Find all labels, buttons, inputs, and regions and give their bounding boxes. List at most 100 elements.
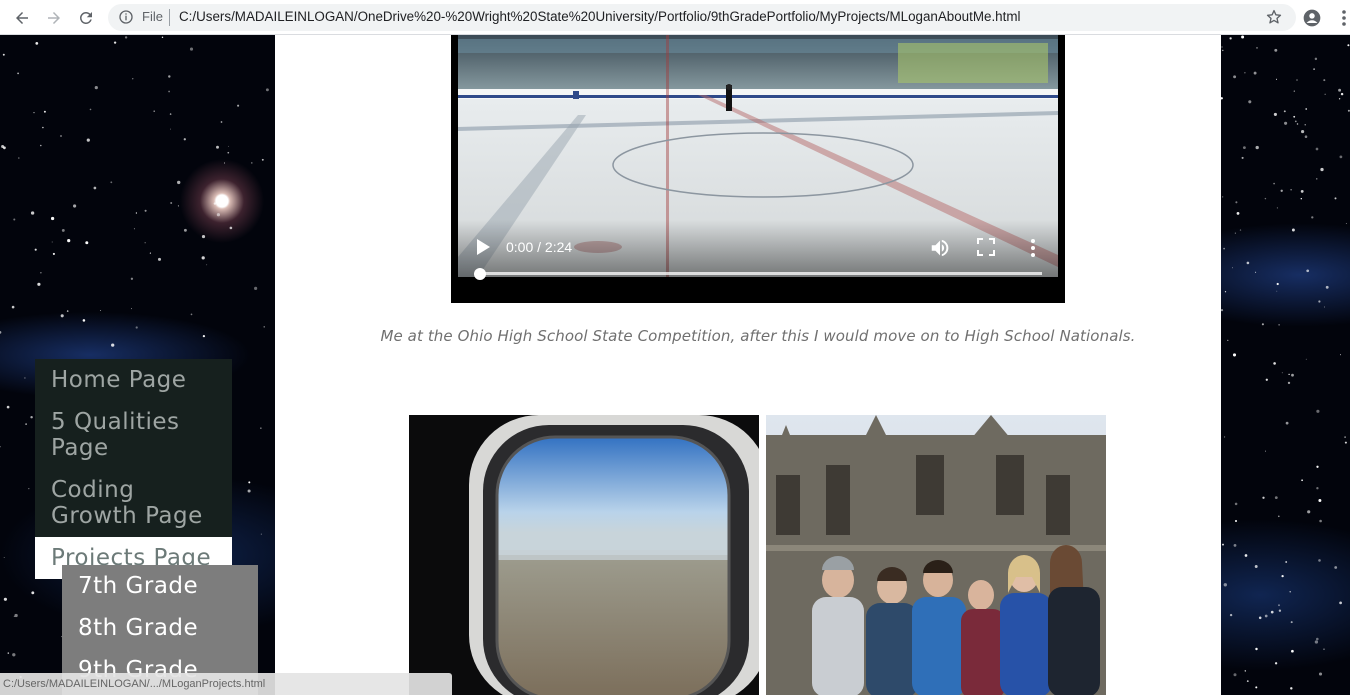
star-dot	[1301, 130, 1305, 134]
star-dot	[1307, 510, 1311, 514]
star-dot	[1246, 261, 1250, 265]
reload-icon[interactable]	[74, 6, 98, 30]
play-icon[interactable]	[475, 238, 491, 256]
file-label: File	[142, 9, 163, 24]
video-more-icon[interactable]	[1027, 237, 1039, 259]
star-dot	[1270, 610, 1274, 614]
star-dot	[1323, 306, 1326, 308]
star-dot	[1338, 98, 1341, 100]
star-dot	[40, 272, 42, 274]
airplane-window-photo	[409, 415, 759, 695]
star-dot	[1345, 222, 1347, 225]
star-dot	[1274, 662, 1278, 665]
star-dot	[25, 423, 27, 425]
star-dot	[1220, 309, 1224, 312]
star-dot	[1221, 46, 1223, 48]
star-dot	[6, 405, 10, 409]
star-dot	[213, 202, 217, 205]
star-dot	[1265, 378, 1268, 381]
star-dot	[1239, 229, 1242, 231]
star-dot	[1233, 75, 1237, 79]
star-dot	[1285, 421, 1289, 425]
star-dot	[31, 591, 35, 595]
airplane-window-image	[409, 415, 759, 695]
star-dot	[161, 36, 164, 38]
more-vert-icon[interactable]	[1333, 7, 1350, 29]
star-dot	[1290, 687, 1293, 690]
star-dot	[3, 597, 7, 601]
star-dot	[1229, 613, 1233, 617]
star-dot	[265, 88, 269, 92]
star-dot	[1233, 543, 1237, 547]
star-dot	[1290, 189, 1292, 191]
star-dot	[30, 415, 33, 419]
star-icon[interactable]	[1265, 8, 1283, 26]
star-dot	[227, 145, 229, 147]
star-dot	[0, 331, 2, 334]
star-dot	[1315, 147, 1319, 151]
star-dot	[1281, 574, 1284, 578]
video-caption: Me at the Ohio High School State Competi…	[380, 327, 1136, 345]
star-dot	[1254, 565, 1258, 568]
star-dot	[1, 145, 5, 148]
star-dot	[89, 108, 92, 111]
star-dot	[260, 427, 262, 429]
star-dot	[1242, 146, 1246, 150]
star-dot	[133, 228, 135, 230]
star-dot	[13, 218, 16, 221]
star-dot	[1264, 450, 1267, 452]
star-dot	[1314, 640, 1319, 644]
star-dot	[14, 613, 18, 618]
nav-coding-growth-page[interactable]: Coding Growth Page	[35, 469, 232, 537]
star-dot	[1334, 197, 1337, 200]
address-bar[interactable]: File C:/Users/MADAILEINLOGAN/OneDrive%20…	[108, 4, 1296, 31]
url-text[interactable]: C:/Users/MADAILEINLOGAN/OneDrive%20-%20W…	[179, 9, 1020, 24]
nav-5-qualities-page[interactable]: 5 Qualities Page	[35, 401, 232, 469]
star-dot	[227, 151, 230, 154]
back-icon[interactable]	[10, 6, 34, 30]
fullscreen-icon[interactable]	[977, 238, 995, 256]
star-dot	[33, 111, 35, 114]
star-dot	[1264, 197, 1267, 200]
star-dot	[1339, 601, 1342, 605]
star-dot	[1291, 649, 1294, 653]
account-icon[interactable]	[1301, 7, 1323, 29]
forward-icon[interactable]	[42, 6, 66, 30]
star-dot	[1324, 93, 1326, 95]
star-dot	[1306, 269, 1310, 273]
star-dot	[61, 228, 65, 232]
star-dot	[202, 334, 206, 338]
star-dot	[1280, 189, 1283, 192]
nav-home-page[interactable]: Home Page	[35, 359, 232, 401]
star-dot	[1289, 591, 1291, 593]
link-status-bar: C:/Users/MADAILEINLOGAN/.../MLoganProjec…	[0, 673, 452, 695]
video-progress-thumb[interactable]	[474, 268, 486, 280]
star-dot	[1318, 559, 1321, 562]
dropdown-8th-grade[interactable]: 8th Grade	[62, 607, 258, 649]
star-dot	[1255, 686, 1258, 689]
info-icon[interactable]	[118, 9, 134, 25]
volume-icon[interactable]	[929, 237, 951, 259]
star-dot	[261, 158, 264, 161]
star-dot	[1234, 232, 1236, 234]
skating-video[interactable]: 0:00 / 2:24	[451, 35, 1065, 303]
main-content: 0:00 / 2:24 Me at the Ohio High School S…	[275, 35, 1221, 695]
star-dot	[1304, 135, 1308, 138]
star-dot	[1255, 271, 1257, 273]
star-dot	[1278, 604, 1280, 607]
star-dot	[11, 305, 15, 309]
star-dot	[153, 110, 155, 112]
star-dot	[1296, 79, 1298, 81]
star-dot	[1301, 479, 1303, 482]
dropdown-7th-grade[interactable]: 7th Grade	[62, 565, 258, 607]
video-progress-track[interactable]	[480, 272, 1042, 275]
star-dot	[1340, 92, 1344, 96]
star-dot	[1224, 436, 1226, 438]
star-dot	[1344, 441, 1347, 444]
star-dot	[94, 86, 98, 90]
star-dot	[1338, 88, 1342, 92]
star-dot	[1276, 207, 1278, 209]
star-dot	[1244, 670, 1247, 672]
star-dot	[1274, 48, 1278, 52]
star-dot	[73, 204, 77, 208]
